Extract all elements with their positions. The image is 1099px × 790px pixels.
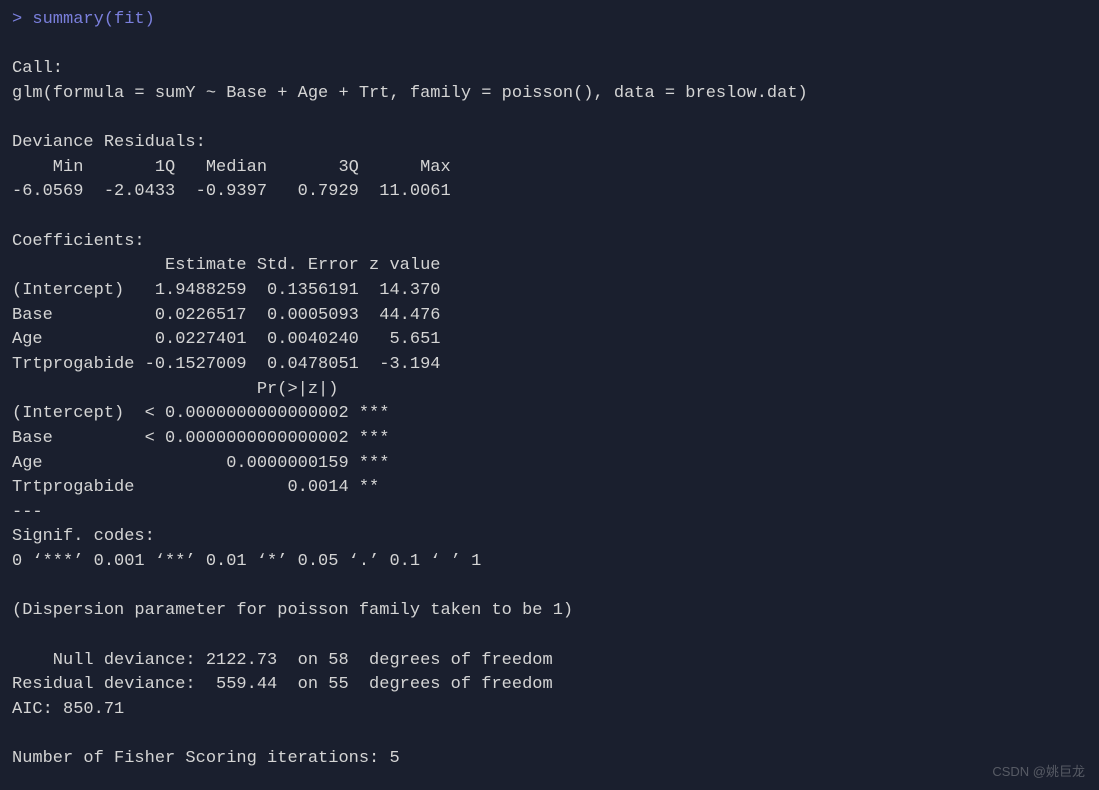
dev-res-values: -6.0569 -2.0433 -0.9397 0.7929 11.0061 — [12, 182, 471, 201]
coef-age-pvalue: Age 0.0000000159 *** — [12, 454, 389, 473]
coef-trt-pvalue: Trtprogabide 0.0014 ** — [12, 478, 389, 497]
residual-deviance-line: Residual deviance: 559.44 on 55 degrees … — [12, 675, 553, 694]
coef-base-row: Base 0.0226517 0.0005093 44.476 — [12, 306, 440, 325]
dev-res-columns: Min 1Q Median 3Q Max — [12, 158, 471, 177]
null-deviance-line: Null deviance: 2122.73 on 58 degrees of … — [12, 651, 553, 670]
coefficients-header: Coefficients: — [12, 232, 145, 251]
call-header: Call: — [12, 59, 63, 78]
signif-codes-line: 0 ‘***’ 0.001 ‘**’ 0.01 ‘*’ 0.05 ‘.’ 0.1… — [12, 552, 481, 571]
dispersion-line: (Dispersion parameter for poisson family… — [12, 601, 573, 620]
fisher-iterations-line: Number of Fisher Scoring iterations: 5 — [12, 749, 400, 768]
coef-columns-1: Estimate Std. Error z value — [12, 256, 440, 275]
coef-base-pvalue: Base < 0.0000000000000002 *** — [12, 429, 389, 448]
prompt-symbol: > — [12, 10, 32, 29]
coef-intercept-row: (Intercept) 1.9488259 0.1356191 14.370 — [12, 281, 440, 300]
aic-line: AIC: 850.71 — [12, 700, 124, 719]
command-text: summary(fit) — [32, 10, 154, 29]
coef-columns-2: Pr(>|z|) — [12, 380, 379, 399]
coef-age-row: Age 0.0227401 0.0040240 5.651 — [12, 330, 440, 349]
console-output: > summary(fit) Call: glm(formula = sumY … — [12, 8, 1087, 772]
watermark-text: CSDN @姚巨龙 — [992, 763, 1085, 782]
coef-trt-row: Trtprogabide -0.1527009 0.0478051 -3.194 — [12, 355, 440, 374]
signif-codes-header: Signif. codes: — [12, 527, 175, 546]
call-formula: glm(formula = sumY ~ Base + Age + Trt, f… — [12, 84, 808, 103]
coef-intercept-pvalue: (Intercept) < 0.0000000000000002 *** — [12, 404, 389, 423]
separator-dashes: --- — [12, 503, 43, 522]
dev-res-header: Deviance Residuals: — [12, 133, 216, 152]
